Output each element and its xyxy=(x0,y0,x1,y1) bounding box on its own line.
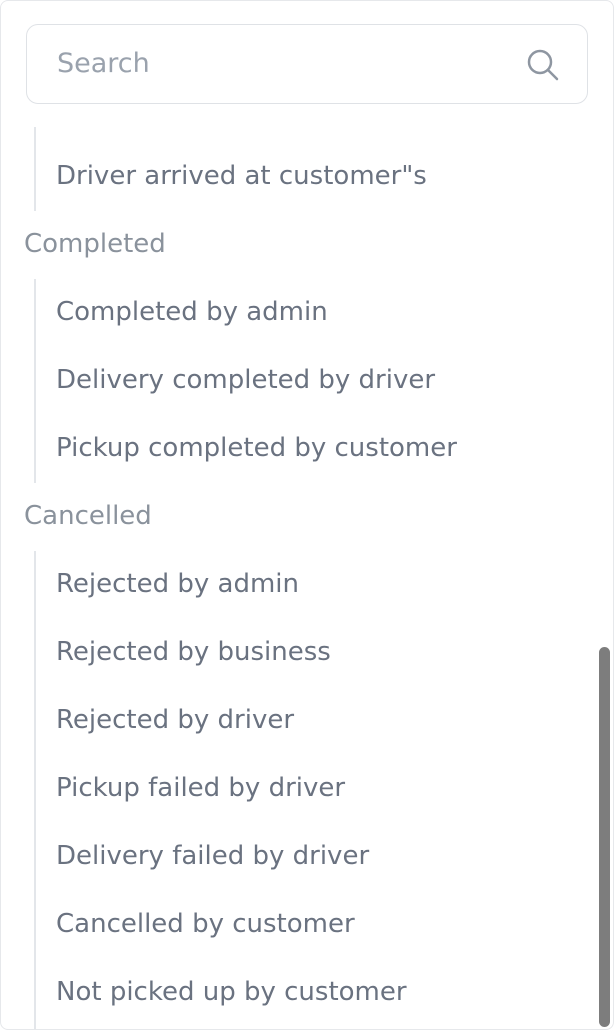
status-filter-dropdown: Driver arrived at customer"s Completed C… xyxy=(0,0,614,1030)
group-label-completed: Completed xyxy=(24,229,166,259)
option-delivery-failed-by-driver[interactable]: Delivery failed by driver xyxy=(56,836,369,876)
group-label-cancelled: Cancelled xyxy=(24,501,152,531)
option-pickup-failed-by-driver[interactable]: Pickup failed by driver xyxy=(56,768,345,808)
search-icon[interactable] xyxy=(525,47,561,83)
option-not-picked-up-by-customer[interactable]: Not picked up by customer xyxy=(56,972,407,1012)
search-box[interactable] xyxy=(26,24,588,104)
option-completed-by-admin[interactable]: Completed by admin xyxy=(56,292,328,332)
option-rejected-by-business[interactable]: Rejected by business xyxy=(56,632,331,672)
option-cancelled-by-customer[interactable]: Cancelled by customer xyxy=(56,904,355,944)
search-input[interactable] xyxy=(57,25,507,102)
option-driver-arrived-at-customer[interactable]: Driver arrived at customer"s xyxy=(56,156,427,196)
scrollbar[interactable] xyxy=(598,111,610,1027)
tree-line xyxy=(34,551,36,1029)
option-pickup-completed-by-customer[interactable]: Pickup completed by customer xyxy=(56,428,457,468)
scrollbar-thumb[interactable] xyxy=(599,647,610,1027)
option-rejected-by-driver[interactable]: Rejected by driver xyxy=(56,700,294,740)
option-rejected-by-admin[interactable]: Rejected by admin xyxy=(56,564,299,604)
option-delivery-completed-by-driver[interactable]: Delivery completed by driver xyxy=(56,360,435,400)
tree-line xyxy=(34,279,36,483)
tree-line xyxy=(34,127,36,211)
